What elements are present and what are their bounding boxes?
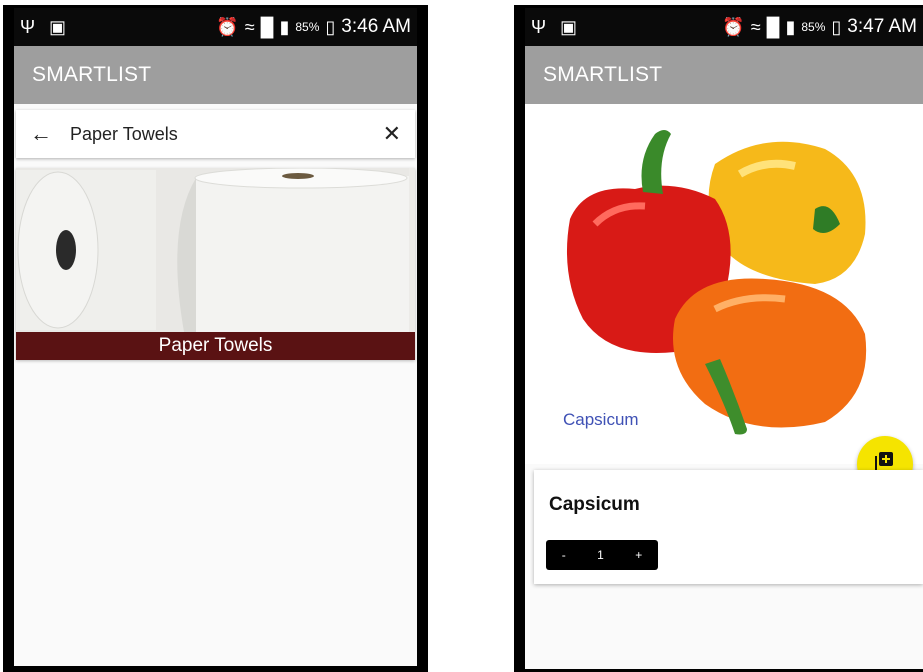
product-hero-image: Capsicum	[525, 104, 923, 464]
battery-icon: ▯	[831, 17, 842, 37]
screenshot-stage: Ψ ▣ ⏰ ≈ █ ▮ 85% ▯ 3:46 AM SMARTLIST ← Pa	[0, 0, 923, 672]
gallery-icon: ▣	[49, 17, 67, 37]
wifi-icon: ≈	[750, 17, 761, 37]
search-result-card[interactable]: Paper Towels	[16, 168, 415, 360]
alarm-icon: ⏰	[216, 17, 239, 37]
wifi-icon: ≈	[244, 17, 255, 37]
quantity-value: 1	[597, 548, 604, 562]
result-caption: Paper Towels	[16, 332, 415, 360]
quantity-stepper[interactable]: - 1 +	[546, 540, 658, 570]
usb-icon: Ψ	[531, 17, 547, 37]
alarm-icon: ⏰	[722, 17, 745, 37]
app-title: SMARTLIST	[543, 63, 663, 86]
battery-percent: 85%	[295, 20, 320, 34]
status-bar: Ψ ▣ ⏰ ≈ █ ▮ 85% ▯ 3:46 AM	[14, 8, 417, 46]
app-bar: SMARTLIST	[525, 46, 923, 104]
status-bar: Ψ ▣ ⏰ ≈ █ ▮ 85% ▯ 3:47 AM	[525, 8, 923, 46]
item-name: Capsicum	[549, 494, 640, 515]
item-card: Capsicum - 1 +	[534, 470, 923, 584]
back-arrow-icon[interactable]: ←	[30, 121, 70, 147]
hero-label: Capsicum	[563, 410, 639, 429]
app-bar: SMARTLIST	[14, 46, 417, 104]
battery-percent: 85%	[801, 20, 826, 34]
add-to-list-icon	[875, 452, 893, 470]
phone-left: Ψ ▣ ⏰ ≈ █ ▮ 85% ▯ 3:46 AM SMARTLIST ← Pa	[3, 5, 428, 672]
signal-icon: ▮	[279, 17, 290, 37]
screen-right: Ψ ▣ ⏰ ≈ █ ▮ 85% ▯ 3:47 AM SMARTLIST Caps…	[525, 8, 923, 669]
sim-icon: █	[260, 17, 274, 37]
phone-right: Ψ ▣ ⏰ ≈ █ ▮ 85% ▯ 3:47 AM SMARTLIST Caps…	[514, 5, 923, 672]
battery-icon: ▯	[325, 17, 336, 37]
signal-icon: ▮	[785, 17, 796, 37]
sim-icon: █	[766, 17, 780, 37]
status-time: 3:47 AM	[847, 16, 917, 37]
status-time: 3:46 AM	[341, 16, 411, 37]
gallery-icon: ▣	[560, 17, 578, 37]
decrement-button[interactable]: -	[562, 548, 566, 562]
screen-left: Ψ ▣ ⏰ ≈ █ ▮ 85% ▯ 3:46 AM SMARTLIST ← Pa	[14, 8, 417, 666]
clear-icon[interactable]: ✕	[383, 121, 401, 147]
increment-button[interactable]: +	[635, 548, 642, 562]
search-bar[interactable]: ← Paper Towels ✕	[16, 110, 415, 158]
search-input[interactable]: Paper Towels	[70, 124, 383, 145]
app-title: SMARTLIST	[32, 63, 152, 86]
usb-icon: Ψ	[20, 17, 36, 37]
paper-towels-image	[16, 168, 415, 332]
